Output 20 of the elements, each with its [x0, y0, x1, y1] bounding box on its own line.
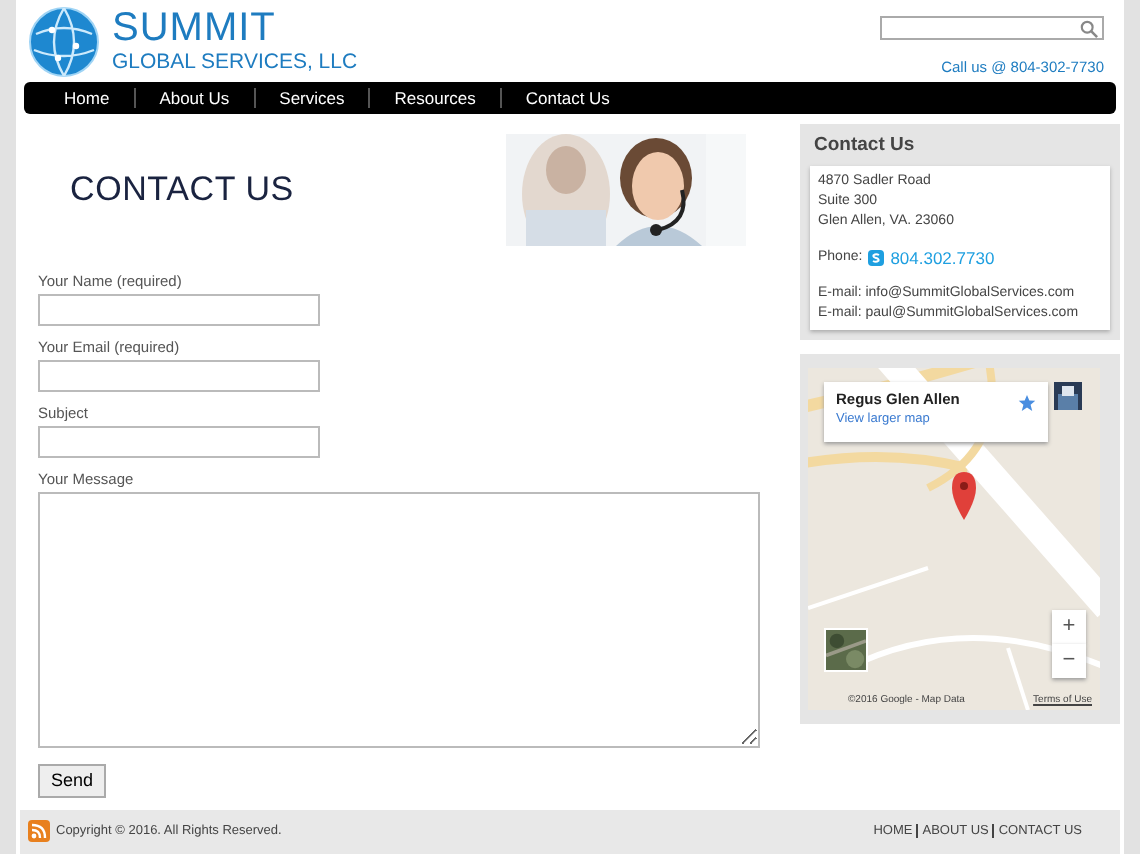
search-icon[interactable] [1080, 19, 1098, 37]
globe-icon [28, 6, 100, 78]
chat-icon [868, 249, 885, 266]
nav-link[interactable]: Contact Us [499, 87, 634, 108]
search-field[interactable] [880, 16, 1104, 40]
nav-link[interactable]: Home [40, 87, 134, 108]
panel-title: Contact Us [812, 133, 917, 160]
logo-title: SUMMIT [112, 6, 278, 50]
input-field[interactable] [38, 425, 320, 458]
phone-number: 804.302.7730 [890, 247, 995, 268]
nav-link[interactable]: Services [253, 87, 369, 108]
input-field[interactable] [38, 293, 320, 326]
message-field[interactable] [38, 491, 760, 748]
send-button[interactable]: Send [38, 763, 106, 798]
page-title: CONTACT US [70, 169, 294, 210]
nav-link[interactable]: About Us [133, 87, 254, 108]
nav-link[interactable]: Resources [368, 87, 500, 108]
rss-icon[interactable] [28, 820, 50, 843]
logo-subtitle: GLOBAL SERVICES, LLC [112, 50, 358, 76]
input-field[interactable] [38, 359, 320, 392]
